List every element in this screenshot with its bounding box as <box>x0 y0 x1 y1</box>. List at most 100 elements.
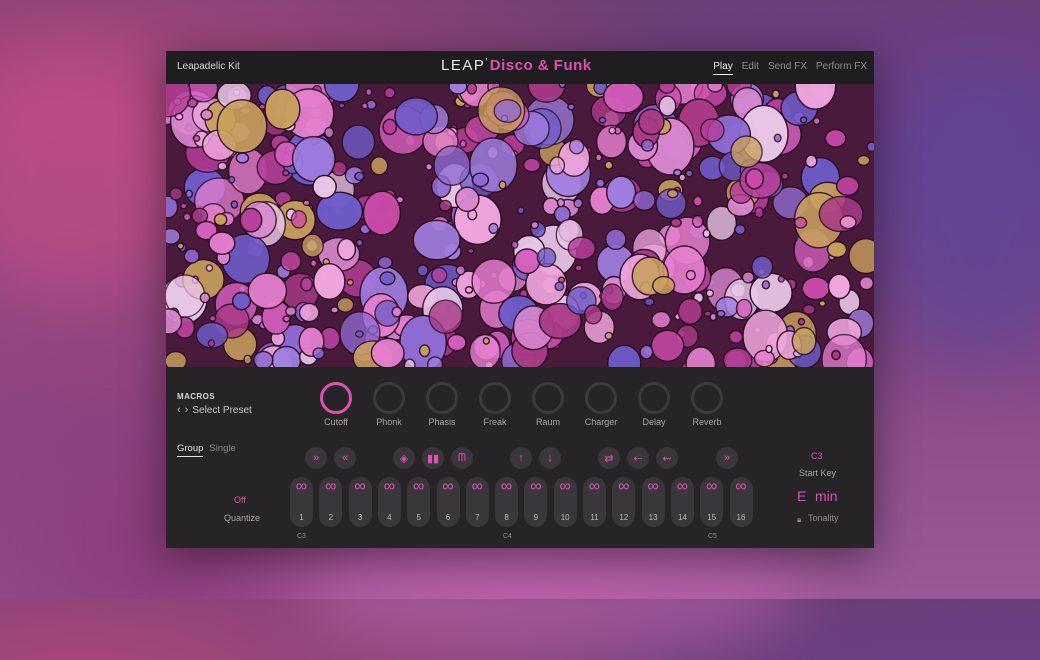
slot-number: 16 <box>736 513 746 522</box>
loop-icon: ∞ <box>325 478 337 495</box>
slot-number: 14 <box>677 513 687 522</box>
mode-single[interactable]: Single <box>209 443 235 457</box>
knob-ring[interactable] <box>532 382 564 414</box>
knob-ring[interactable] <box>373 382 405 414</box>
knob-raum[interactable]: Raum <box>531 382 565 427</box>
knob-freak[interactable]: Freak <box>478 382 512 427</box>
slot-12[interactable]: ∞ 12 <box>612 477 636 527</box>
knob-ring[interactable] <box>320 382 352 414</box>
loop-icon: ∞ <box>735 478 747 495</box>
tonality-label: Tonality <box>808 513 839 523</box>
macros-section: MACROS ‹ › Select Preset Cutoff Phonk Ph… <box>166 367 874 443</box>
swap-icon[interactable]: ⇄ <box>598 447 620 469</box>
macros-title: MACROS <box>177 392 215 401</box>
slot-number: 15 <box>707 513 717 522</box>
slot-number: 13 <box>648 513 658 522</box>
kit-name[interactable]: Leapadelic Kit <box>177 61 240 72</box>
view-tabs: Play Edit Send FX Perform FX <box>713 61 867 75</box>
knob-ring[interactable] <box>426 382 458 414</box>
key-note[interactable]: E <box>797 488 806 504</box>
brand-logo: LEAP'Disco & Funk <box>441 57 592 74</box>
tab-perform-fx[interactable]: Perform FX <box>816 61 867 75</box>
slot-number: 5 <box>416 513 421 522</box>
loop-icon: ∞ <box>647 478 659 495</box>
knob-ring[interactable] <box>585 382 617 414</box>
slot-3[interactable]: ∞ 3 <box>348 477 372 527</box>
tab-send-fx[interactable]: Send FX <box>768 61 807 75</box>
slot-4[interactable]: ∞ 4 <box>377 477 401 527</box>
loop-icon: ∞ <box>559 478 571 495</box>
octave-label-c3: C3 <box>297 533 306 540</box>
loop-icon: ∞ <box>383 478 396 495</box>
quantize-label: Quantize <box>224 513 261 523</box>
loop-icon: ∞ <box>588 478 601 495</box>
rewind-icon[interactable]: « <box>334 447 356 469</box>
reverse-icon[interactable]: ⇠ <box>627 447 649 469</box>
arrow-up-icon[interactable]: ↑ <box>510 447 532 469</box>
kit-artwork <box>166 84 874 367</box>
arrow-down-icon[interactable]: ↓ <box>539 447 561 469</box>
slot-5[interactable]: ∞ 5 <box>407 477 431 527</box>
slot-7[interactable]: ∞ 7 <box>465 477 489 527</box>
slot-number: 3 <box>357 513 363 522</box>
slot-1[interactable]: ∞ 1 <box>290 477 313 527</box>
slot-14[interactable]: ∞ 14 <box>670 477 694 527</box>
chevron-left-icon[interactable]: ‹ <box>177 404 181 416</box>
knob-label: Freak <box>483 417 507 427</box>
knob-ring[interactable] <box>691 382 723 414</box>
brand-title: Disco & Funk <box>489 57 592 74</box>
knob-label: Charger <box>584 417 618 427</box>
envelope-icon[interactable]: ᗰ <box>451 447 473 469</box>
knob-charger[interactable]: Charger <box>584 382 618 427</box>
dice-icon[interactable]: ◈ <box>393 447 415 469</box>
chevron-right-icon[interactable]: › <box>185 404 189 416</box>
knob-cutoff[interactable]: Cutoff <box>319 382 353 427</box>
slot-number: 12 <box>619 513 629 522</box>
tab-edit[interactable]: Edit <box>742 61 759 75</box>
slot-10[interactable]: ∞ 10 <box>553 477 577 527</box>
mode-group[interactable]: Group <box>177 443 204 457</box>
slot-8[interactable]: ∞ 8 <box>495 477 519 527</box>
slot-number: 8 <box>504 513 509 522</box>
knob-ring[interactable] <box>479 382 511 414</box>
knob-delay[interactable]: Delay <box>637 382 671 427</box>
fast-forward-icon[interactable]: » <box>305 447 327 469</box>
slot-number: 7 <box>475 513 480 522</box>
slot-number: 9 <box>533 513 539 522</box>
slot-9[interactable]: ∞ 9 <box>524 477 548 527</box>
loop-icon: ∞ <box>412 478 425 495</box>
slot-number: 11 <box>590 513 599 522</box>
reverse-loop-icon[interactable]: ⇜ <box>656 447 678 469</box>
knob-phonk[interactable]: Phonk <box>372 382 406 427</box>
key-mode[interactable]: min <box>815 488 838 504</box>
loop-icon: ∞ <box>295 478 308 495</box>
slot-15[interactable]: ∞ 15 <box>700 477 724 527</box>
slot-number: 1 <box>299 513 304 522</box>
slot-number: 10 <box>560 513 570 522</box>
slot-6[interactable]: ∞ 6 <box>436 477 460 527</box>
octave-label-c5: C5 <box>708 533 717 540</box>
knob-label: Phasis <box>428 417 456 427</box>
knob-reverb[interactable]: Reverb <box>690 382 724 427</box>
slot-11[interactable]: ∞ 11 <box>583 477 606 527</box>
knob-phasis[interactable]: Phasis <box>425 382 459 427</box>
loop-icon: ∞ <box>618 478 630 495</box>
tab-play[interactable]: Play <box>713 61 733 75</box>
knob-ring[interactable] <box>638 382 670 414</box>
quantize-value[interactable]: Off <box>234 495 246 505</box>
slot-16[interactable]: ∞ 16 <box>729 477 753 527</box>
octave-label-c4: C4 <box>503 533 512 540</box>
loop-icon: ∞ <box>530 478 542 495</box>
preset-selector: ‹ › Select Preset <box>177 404 252 416</box>
slot-13[interactable]: ∞ 13 <box>641 477 665 527</box>
play-section: Group Single » « ◈ ▮▮ ᗰ ↑ ↓ ⇄ ⇠ ⇜ » Off … <box>166 443 874 548</box>
select-preset-label[interactable]: Select Preset <box>192 405 251 416</box>
skip-icon[interactable]: » <box>716 447 738 469</box>
start-key-value[interactable]: C3 <box>811 451 823 461</box>
slot-2[interactable]: ∞ 2 <box>319 477 343 527</box>
loop-icon: ∞ <box>676 478 689 495</box>
knob-label: Cutoff <box>324 417 348 427</box>
pause-bars-icon[interactable]: ▮▮ <box>422 447 444 469</box>
lock-icon[interactable]: 🔒︎ <box>797 515 801 525</box>
loop-icon: ∞ <box>354 478 366 495</box>
